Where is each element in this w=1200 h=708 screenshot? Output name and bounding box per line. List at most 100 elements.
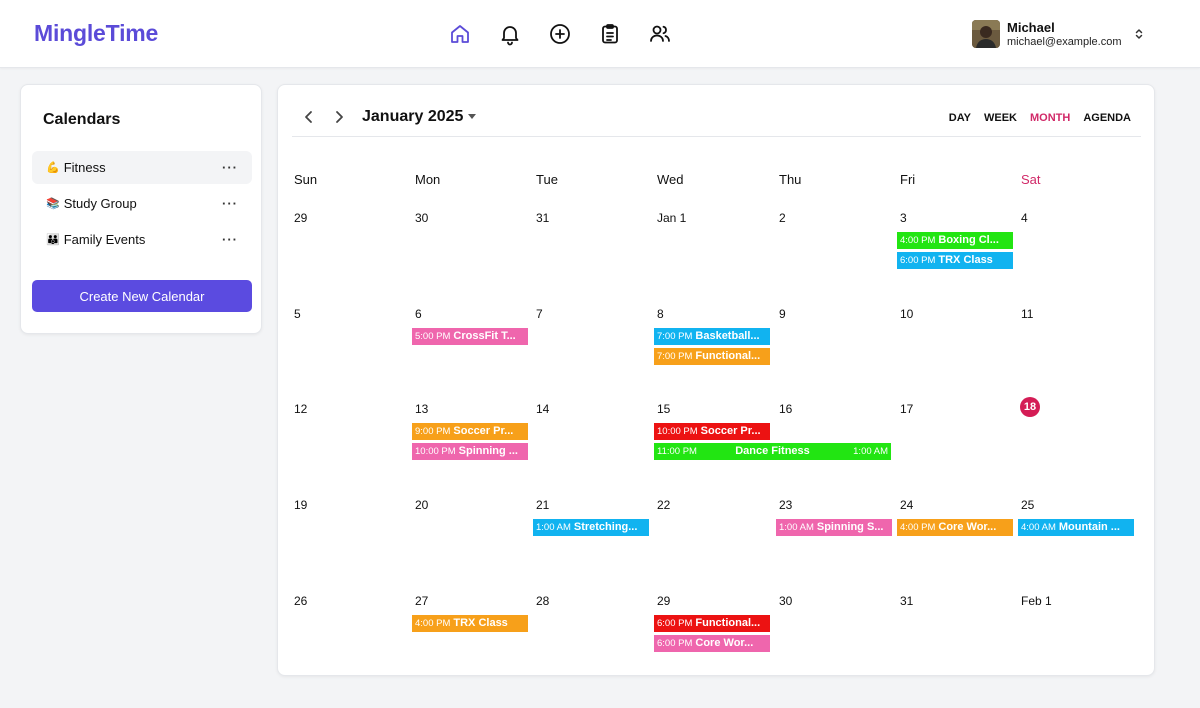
event-time: 6:00 PM (657, 618, 693, 629)
event-title: Functional... (695, 350, 761, 362)
event-time: 4:00 PM (900, 522, 936, 533)
event-time: 6:00 PM (900, 255, 936, 266)
user-menu[interactable]: Michael michael@example.com (972, 18, 1146, 50)
day-number[interactable]: Feb 1 (1021, 594, 1052, 608)
chevron-left-icon[interactable] (301, 109, 317, 125)
calendar-event[interactable]: 10:00 PM Soccer Pr... (654, 423, 770, 440)
calendar-event[interactable]: 4:00 PM TRX Class (412, 615, 528, 632)
calendar-event[interactable]: 1:00 AM Stretching... (533, 519, 649, 536)
more-options-icon[interactable]: ··· (222, 160, 238, 175)
calendar-event[interactable]: 9:00 PM Soccer Pr... (412, 423, 528, 440)
event-time: 4:00 PM (900, 235, 936, 246)
day-number[interactable]: 8 (657, 307, 664, 321)
calendar-event[interactable]: 7:00 PM Functional... (654, 348, 770, 365)
event-title: Stretching... (573, 521, 638, 533)
view-agenda[interactable]: AGENDA (1083, 112, 1131, 124)
create-new-calendar-button[interactable]: Create New Calendar (32, 280, 252, 312)
event-title: TRX Class (938, 254, 993, 266)
event-time: 5:00 PM (415, 331, 451, 342)
chevron-right-icon[interactable] (331, 109, 347, 125)
calendar-event[interactable]: 7:00 PM Basketball... (654, 328, 770, 345)
bell-icon[interactable] (496, 20, 524, 48)
view-month[interactable]: MONTH (1030, 112, 1070, 124)
day-number[interactable]: 27 (415, 594, 428, 608)
day-number[interactable]: 12 (294, 402, 307, 416)
month-title[interactable]: January 2025 (362, 108, 463, 126)
event-title: Spinning ... (458, 445, 518, 457)
calendar-event[interactable]: 5:00 PM CrossFit T... (412, 328, 528, 345)
day-number[interactable]: 21 (536, 498, 549, 512)
calendar-list: 💪 Fitness ··· 📚 Study Group ··· 👪 Family… (32, 151, 252, 259)
event-time: 6:00 PM (657, 638, 693, 649)
calendar-event[interactable]: 6:00 PM TRX Class (897, 252, 1013, 269)
calendar-event[interactable]: 11:00 PM Dance Fitness 1:00 AM (654, 443, 891, 460)
weekday-fri: Fri (900, 172, 916, 187)
flexed-biceps-icon: 💪 (46, 162, 60, 174)
day-number[interactable]: 13 (415, 402, 428, 416)
calendar-event[interactable]: 10:00 PM Spinning ... (412, 443, 528, 460)
day-number[interactable]: 25 (1021, 498, 1034, 512)
calendar-item-label: Fitness (63, 160, 106, 175)
day-number[interactable]: 15 (657, 402, 670, 416)
day-number[interactable]: 30 (415, 211, 428, 225)
calendar-event[interactable]: 4:00 PM Core Wor... (897, 519, 1013, 536)
day-number[interactable]: 31 (900, 594, 913, 608)
day-number[interactable]: 20 (415, 498, 428, 512)
event-time: 10:00 PM (657, 426, 698, 437)
more-options-icon[interactable]: ··· (222, 232, 238, 247)
event-title: Basketball... (695, 330, 760, 342)
day-number[interactable]: 28 (536, 594, 549, 608)
day-number[interactable]: 16 (779, 402, 792, 416)
day-number[interactable]: 22 (657, 498, 670, 512)
day-number[interactable]: 24 (900, 498, 913, 512)
calendar-panel: January 2025 DAY WEEK MONTH AGENDA Sun Mo… (277, 84, 1155, 676)
calendar-event[interactable]: 6:00 PM Functional... (654, 615, 770, 632)
event-time: 1:00 AM (779, 522, 814, 533)
day-number[interactable]: 29 (294, 211, 307, 225)
day-number[interactable]: 10 (900, 307, 913, 321)
day-number[interactable]: 17 (900, 402, 913, 416)
view-week[interactable]: WEEK (984, 112, 1017, 124)
weekday-mon: Mon (415, 172, 441, 187)
caret-down-icon[interactable] (468, 114, 476, 119)
calendar-event[interactable]: 4:00 PM Boxing Cl... (897, 232, 1013, 249)
day-number[interactable]: 7 (536, 307, 543, 321)
calendars-sidebar: Calendars 💪 Fitness ··· 📚 Study Group ··… (20, 84, 262, 334)
calendar-event[interactable]: 1:00 AM Spinning S... (776, 519, 892, 536)
day-number[interactable]: 26 (294, 594, 307, 608)
day-number[interactable]: 11 (1021, 307, 1033, 321)
calendar-toolbar: January 2025 DAY WEEK MONTH AGENDA (292, 99, 1141, 137)
calendar-item-label: Family Events (63, 232, 146, 247)
calendar-event[interactable]: 6:00 PM Core Wor... (654, 635, 770, 652)
more-options-icon[interactable]: ··· (222, 196, 238, 211)
day-number[interactable]: 14 (536, 402, 549, 416)
calendar-item-fitness[interactable]: 💪 Fitness ··· (32, 151, 252, 184)
clipboard-icon[interactable] (596, 20, 624, 48)
event-title: TRX Class (453, 617, 508, 629)
day-number[interactable]: Jan 1 (657, 211, 686, 225)
event-time: 7:00 PM (657, 351, 693, 362)
home-icon[interactable] (446, 20, 474, 48)
day-number[interactable]: 30 (779, 594, 792, 608)
calendar-event[interactable]: 4:00 AM Mountain ... (1018, 519, 1134, 536)
calendar-item-family-events[interactable]: 👪 Family Events ··· (32, 223, 252, 256)
users-icon[interactable] (646, 20, 674, 48)
today-day-number[interactable]: 18 (1020, 397, 1040, 417)
day-number[interactable]: 5 (294, 307, 301, 321)
day-number[interactable]: 6 (415, 307, 422, 321)
day-number[interactable]: 2 (779, 211, 786, 225)
day-number[interactable]: 19 (294, 498, 307, 512)
chevron-up-down-icon[interactable] (1132, 27, 1146, 41)
plus-circle-icon[interactable] (546, 20, 574, 48)
day-number[interactable]: 23 (779, 498, 792, 512)
day-number[interactable]: 9 (779, 307, 786, 321)
app-logo[interactable]: MingleTime (34, 20, 158, 47)
day-number[interactable]: 31 (536, 211, 549, 225)
weekday-sat: Sat (1021, 172, 1041, 187)
day-number[interactable]: 3 (900, 211, 907, 225)
view-day[interactable]: DAY (949, 112, 971, 124)
day-number[interactable]: 29 (657, 594, 670, 608)
day-number[interactable]: 4 (1021, 211, 1028, 225)
calendar-item-study-group[interactable]: 📚 Study Group ··· (32, 187, 252, 220)
event-title: Mountain ... (1058, 521, 1120, 533)
